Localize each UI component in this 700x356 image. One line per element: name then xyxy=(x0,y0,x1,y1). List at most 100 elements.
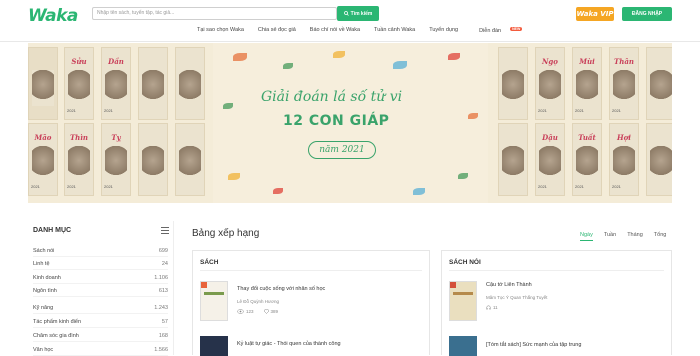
hero-banner[interactable]: Sửu 2021 Dần 2021 Mão 2021 Thìn 2021 Tỵ 2021 … xyxy=(28,43,672,203)
zodiac-year: 2021 xyxy=(612,108,621,113)
zodiac-year: 2021 xyxy=(612,184,621,189)
zodiac-art xyxy=(576,146,598,182)
zodiac-name: Tỵ xyxy=(111,133,121,142)
book-cover-stripe xyxy=(453,292,473,295)
tab-total[interactable]: Tổng xyxy=(654,232,667,241)
divider xyxy=(200,270,422,271)
category-item[interactable]: Linh tệ 24 xyxy=(33,258,168,270)
audiobook-title[interactable]: Cậu tớ Liên Thành xyxy=(486,282,532,288)
leaf-decoration xyxy=(393,61,407,69)
vip-button[interactable]: Waka VIP xyxy=(576,7,614,21)
zodiac-card: Thìn 2021 xyxy=(64,123,94,196)
leaf-decoration xyxy=(468,113,478,119)
zodiac-card: Mùi 2021 xyxy=(572,47,602,120)
zodiac-card-partial xyxy=(498,123,528,196)
category-item[interactable]: Sách nói 699 xyxy=(33,245,168,257)
nav-item-forum-label: Diễn đàn xyxy=(479,28,502,34)
zodiac-card-partial xyxy=(646,123,672,196)
nav-item-careers[interactable]: Tuyển dụng xyxy=(422,27,465,37)
zodiac-art xyxy=(68,70,90,106)
nav-item-reader-share[interactable]: Chia sẻ đọc giả xyxy=(251,27,303,37)
book-cover-stripe xyxy=(204,292,224,295)
zodiac-name: Thìn xyxy=(69,133,89,142)
zodiac-art xyxy=(650,70,672,106)
book-cover[interactable] xyxy=(200,336,228,356)
heart-icon xyxy=(263,309,269,314)
zodiac-card: Tuất 2021 xyxy=(572,123,602,196)
category-title: DANH MỤC xyxy=(33,227,72,234)
tab-month[interactable]: Tháng xyxy=(627,232,643,241)
headphones-icon xyxy=(486,305,491,310)
category-name: Ngôn tình xyxy=(33,287,57,294)
zodiac-art xyxy=(502,146,524,182)
category-name: Chăm sóc gia đình xyxy=(33,332,79,339)
zodiac-art xyxy=(502,70,524,106)
nav-item-forum[interactable]: Diễn đàn NEW xyxy=(465,27,529,37)
leaf-decoration xyxy=(228,173,240,180)
likes-stat: 389 xyxy=(263,309,278,314)
new-badge: NEW xyxy=(510,27,523,31)
zodiac-art xyxy=(68,146,90,182)
zodiac-art xyxy=(613,70,635,106)
book-title[interactable]: Kỷ luật tự giác - Thói quen của thành cô… xyxy=(237,341,341,347)
leaf-decoration xyxy=(273,188,283,194)
audiobook-cover[interactable] xyxy=(449,336,477,356)
zodiac-art xyxy=(613,146,635,182)
tab-week[interactable]: Tuần xyxy=(604,232,616,241)
zodiac-card-partial xyxy=(28,47,58,120)
waka-logo[interactable]: Waka xyxy=(28,5,78,27)
nav-item-why-waka[interactable]: Tại sao chọn Waka xyxy=(190,27,251,37)
audiobook-author[interactable]: Mâm Tọc Ý Quan Thắng Tuyết xyxy=(486,295,547,300)
book-cover[interactable] xyxy=(200,281,228,321)
zodiac-year: 2021 xyxy=(67,108,76,113)
category-item[interactable]: Kỹ năng 1.243 xyxy=(33,302,168,314)
nav-item-press[interactable]: Báo chí nói về Waka xyxy=(303,27,367,37)
zodiac-card: Tỵ 2021 xyxy=(101,123,131,196)
zodiac-art xyxy=(539,146,561,182)
zodiac-card-partial xyxy=(175,123,205,196)
book-title[interactable]: Thay đổi cuộc sống với nhân số học xyxy=(237,286,325,292)
nav-item-waka-news[interactable]: Tuần cảnh Waka xyxy=(367,27,422,37)
zodiac-card: Dậu 2021 xyxy=(535,123,565,196)
category-item[interactable]: Tác phẩm kinh điển 57 xyxy=(33,316,168,328)
divider xyxy=(449,270,664,271)
zodiac-art xyxy=(142,70,164,106)
menu-icon[interactable] xyxy=(161,227,169,234)
ranking-title: Bảng xếp hạng xyxy=(192,228,260,239)
category-name: Văn học xyxy=(33,346,54,353)
leaf-decoration xyxy=(333,51,345,58)
search-button[interactable]: Tìm kiếm xyxy=(337,6,379,21)
category-count: 24 xyxy=(161,260,168,267)
leaf-decoration xyxy=(233,53,247,61)
search-input[interactable]: Nhập tên sách, tuyển tập, tác giả... xyxy=(92,7,337,20)
banner-headline-line1: Giải đoán lá số tử vi xyxy=(261,89,403,105)
category-item[interactable]: Văn học 1.566 xyxy=(33,344,168,356)
top-nav: Tại sao chọn Waka Chia sẻ đọc giả Báo ch… xyxy=(190,27,529,37)
books-ranking-panel: SÁCH Thay đổi cuộc sống với nhân số học … xyxy=(192,250,430,356)
zodiac-card-partial xyxy=(138,123,168,196)
zodiac-name: Dần xyxy=(108,57,124,66)
category-count: 699 xyxy=(158,247,168,254)
zodiac-year: 2021 xyxy=(575,184,584,189)
category-name: Sách nói xyxy=(33,247,55,254)
login-button[interactable]: ĐĂNG NHẬP xyxy=(622,7,672,21)
listens-count: 11 xyxy=(493,305,498,310)
zodiac-name: Mùi xyxy=(579,57,595,66)
tab-day[interactable]: Ngày xyxy=(580,232,593,241)
zodiac-art xyxy=(32,70,54,106)
category-item[interactable]: Ngôn tình 613 xyxy=(33,285,168,297)
audiobook-cover[interactable] xyxy=(449,281,477,321)
leaf-decoration xyxy=(223,103,233,109)
audiobook-title[interactable]: [Tóm tắt sách] Sức mạnh của tập trung xyxy=(486,342,581,348)
zodiac-art xyxy=(105,70,127,106)
category-item[interactable]: Kinh doanh 1.106 xyxy=(33,272,168,284)
zodiac-name: Dậu xyxy=(542,133,558,142)
eye-icon xyxy=(237,309,244,314)
zodiac-card-partial xyxy=(498,47,528,120)
book-author[interactable]: Lê Đỗ Quỳnh Hương xyxy=(237,299,279,304)
category-item[interactable]: Chăm sóc gia đình 168 xyxy=(33,330,168,342)
zodiac-art xyxy=(650,146,672,182)
book-stats: 123 389 xyxy=(237,309,278,314)
zodiac-year: 2021 xyxy=(538,184,547,189)
category-name: Kỹ năng xyxy=(33,304,54,311)
